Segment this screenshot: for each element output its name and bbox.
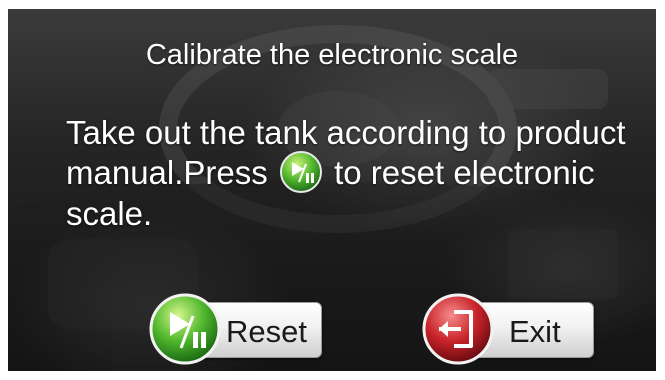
play-pause-icon[interactable] (148, 292, 222, 366)
dialog-title: Calibrate the electronic scale (145, 39, 519, 71)
play-pause-icon (279, 151, 322, 194)
exit-door-icon[interactable] (421, 292, 495, 366)
calibration-screen: Calibrate the electronic scale Take out … (8, 9, 656, 371)
dialog-message: Take out the tank according to product m… (66, 113, 636, 234)
